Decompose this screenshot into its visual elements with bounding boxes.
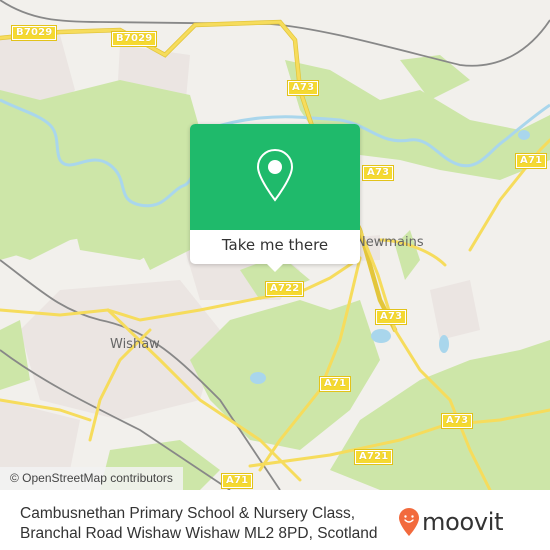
road-label-b7029-west: B7029 bbox=[10, 25, 58, 41]
road-label-a71-bottom: A71 bbox=[220, 473, 254, 489]
road-label-a73-southeast: A73 bbox=[440, 413, 474, 429]
address: Cambusnethan Primary School & Nursery Cl… bbox=[20, 504, 400, 544]
road-label-a721: A721 bbox=[353, 449, 394, 465]
road-label-a73-mid: A73 bbox=[361, 165, 395, 181]
moovit-logo[interactable]: moovit bbox=[398, 504, 504, 540]
take-me-there-button[interactable]: Take me there bbox=[190, 230, 360, 264]
map-attribution[interactable]: © OpenStreetMap contributors bbox=[0, 467, 183, 490]
moovit-pin-icon bbox=[399, 508, 419, 536]
popup-header bbox=[190, 124, 360, 230]
road-label-a71-northeast: A71 bbox=[514, 153, 548, 169]
map-view[interactable]: B7029 B7029 A73 A73 A71 A722 A73 A71 A73… bbox=[0, 0, 550, 490]
place-label-newmains: Newmains bbox=[356, 235, 424, 250]
moovit-wordmark: moovit bbox=[422, 508, 504, 536]
location-popup: Take me there bbox=[190, 124, 360, 272]
road-label-a722: A722 bbox=[264, 281, 305, 297]
address-line-2: Branchal Road Wishaw Wishaw ML2 8PD, Sco… bbox=[20, 525, 378, 542]
road-label-a71-south: A71 bbox=[318, 376, 352, 392]
road-label-b7029-east: B7029 bbox=[110, 31, 158, 47]
footer: Cambusnethan Primary School & Nursery Cl… bbox=[0, 490, 550, 550]
road-label-a73-south: A73 bbox=[374, 309, 408, 325]
road-label-a73-north: A73 bbox=[286, 80, 320, 96]
map-pin-icon bbox=[256, 148, 294, 202]
address-line-1: Cambusnethan Primary School & Nursery Cl… bbox=[20, 505, 356, 522]
popup-pointer bbox=[266, 263, 284, 272]
place-label-wishaw: Wishaw bbox=[110, 337, 160, 352]
